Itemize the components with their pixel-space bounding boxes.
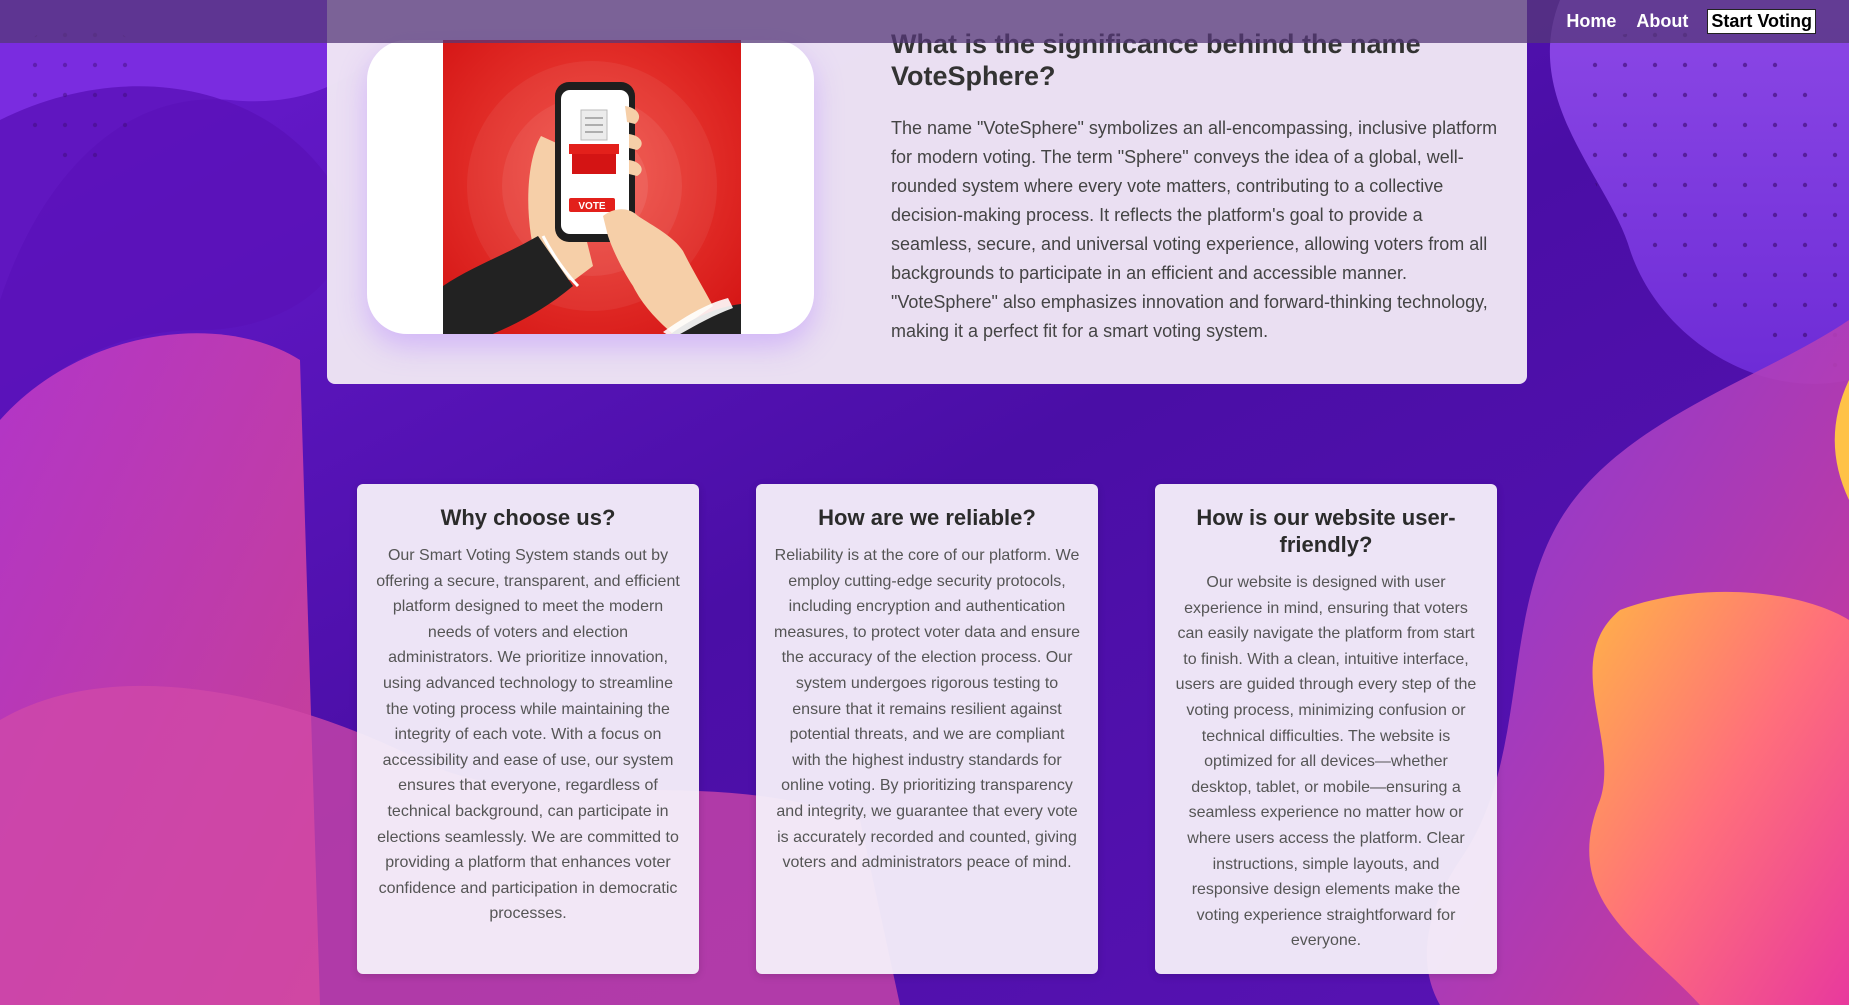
feature-card-body: Our website is designed with user experi…	[1175, 574, 1477, 950]
nav-links: Home About Start Voting	[1566, 0, 1816, 43]
nav-about-link[interactable]: About	[1636, 11, 1688, 32]
voting-illustration: VOTE	[367, 40, 814, 334]
name-significance-body: The name "VoteSphere" symbolizes an all-…	[891, 118, 1498, 341]
top-nav-bar: Home About Start Voting	[0, 0, 1849, 43]
name-significance-section: VOTE What is the significance behind the…	[327, 0, 1527, 384]
nav-home-link[interactable]: Home	[1566, 11, 1616, 32]
vote-button-label: VOTE	[578, 201, 606, 212]
feature-card-title: Why choose us?	[440, 505, 616, 530]
feature-card-reliability: How are we reliable? Reliability is at t…	[756, 484, 1098, 974]
feature-card-why-choose-us: Why choose us? Our Smart Voting System s…	[357, 484, 699, 974]
feature-card-user-friendly: How is our website user-friendly? Our we…	[1155, 484, 1497, 974]
nav-start-voting-button[interactable]: Start Voting	[1707, 9, 1816, 34]
feature-card-title: How are we reliable?	[818, 505, 1036, 530]
feature-card-title: How is our website user-friendly?	[1196, 505, 1456, 557]
feature-card-body: Reliability is at the core of our platfo…	[774, 547, 1080, 872]
feature-card-body: Our Smart Voting System stands out by of…	[376, 547, 680, 923]
phone-vote-illustration-icon: VOTE	[443, 40, 741, 334]
name-significance-text: What is the significance behind the name…	[891, 28, 1501, 346]
